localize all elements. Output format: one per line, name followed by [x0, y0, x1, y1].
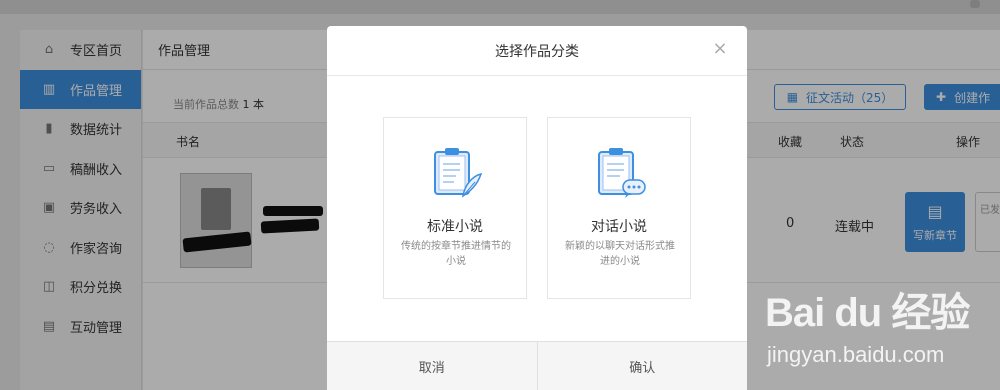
card-standard-title: 标准小说 — [427, 219, 483, 235]
baidu-logo: Bai du 经验 — [765, 291, 970, 335]
card-dialogue-novel[interactable]: 对话小说 新颖的以聊天对话形式推进的小说 — [547, 117, 691, 299]
feather-document-icon — [429, 146, 485, 202]
watermark-url: jingyan.baidu.com — [767, 342, 945, 367]
cancel-button[interactable]: 取消 — [327, 342, 537, 390]
card-standard-novel[interactable]: 标准小说 传统的按章节推进情节的小说 — [383, 117, 527, 299]
card-dialogue-title: 对话小说 — [591, 219, 647, 235]
card-standard-desc: 传统的按章节推进情节的小说 — [401, 241, 511, 267]
card-dialogue-desc: 新颖的以聊天对话形式推进的小说 — [565, 241, 675, 267]
chat-document-icon — [593, 146, 649, 202]
confirm-button[interactable]: 确认 — [536, 342, 748, 390]
watermark: Bai du 经验 jingyan.baidu.com — [765, 280, 995, 380]
close-icon[interactable]: × — [711, 40, 729, 58]
category-modal: 选择作品分类 × 标准小说 传统的按章节推进情节的小说 对话小说 新颖的以聊天对… — [327, 26, 747, 390]
modal-footer: 取消 确认 — [327, 341, 747, 390]
modal-title: 选择作品分类 — [327, 26, 747, 76]
